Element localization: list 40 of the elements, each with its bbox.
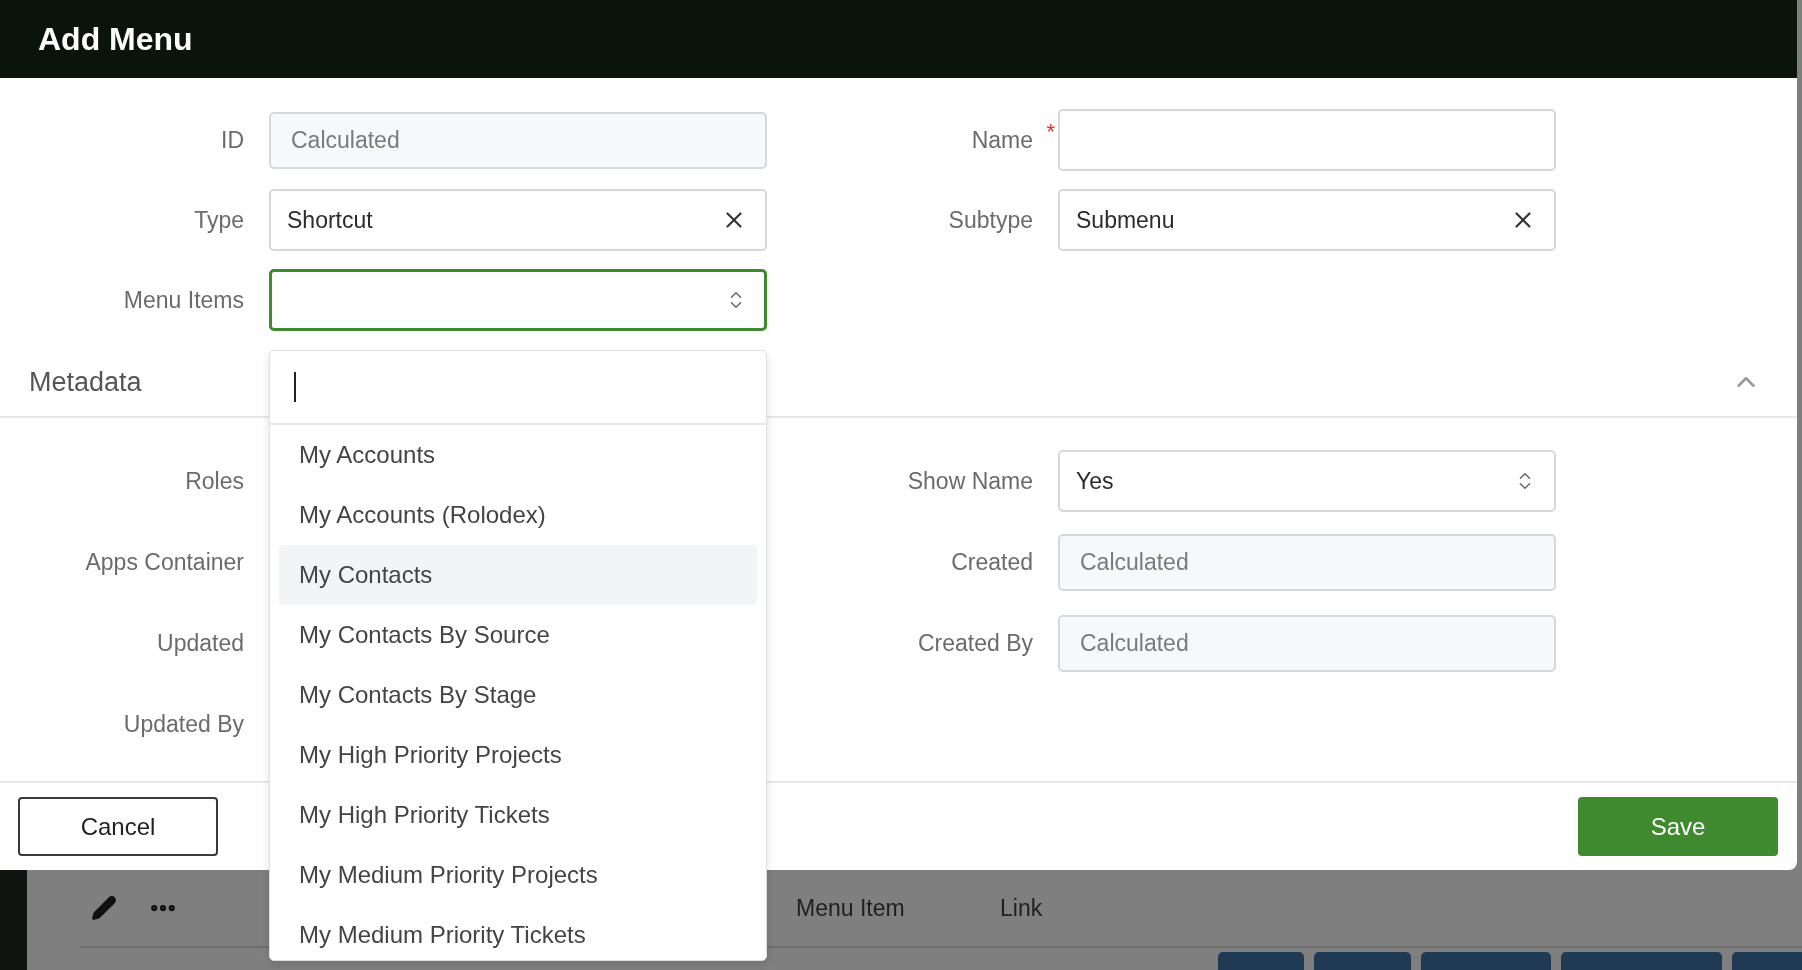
name-input-field[interactable] (1058, 109, 1556, 171)
select-field[interactable]: Yes (1058, 450, 1556, 512)
column-header: Link (1000, 894, 1044, 922)
tab-button[interactable] (1732, 952, 1802, 970)
dropdown-option[interactable]: My Medium Priority Projects (279, 845, 757, 905)
section-title: Metadata (29, 366, 142, 398)
readonly-field[interactable]: Calculated (1058, 533, 1556, 591)
dropdown-option[interactable]: My Medium Priority Tickets (279, 905, 757, 965)
dropdown-option[interactable]: My Contacts By Stage (279, 665, 757, 725)
select-field[interactable]: Shortcut (269, 189, 767, 251)
readonly-field[interactable]: Calculated (269, 111, 767, 169)
field-label: Roles (184, 467, 245, 495)
dropdown-option[interactable]: My Contacts (279, 545, 757, 605)
dropdown-option[interactable]: My Accounts (Rolodex) (279, 485, 757, 545)
field-label: Apps Container (84, 548, 245, 576)
cancel-button[interactable]: Cancel (18, 797, 218, 856)
dropdown-option[interactable]: My Contacts By Source (279, 605, 757, 665)
field-label: Created (950, 548, 1034, 576)
tab-button[interactable] (1561, 952, 1722, 970)
dialog-title: Add Menu (38, 20, 193, 58)
tab-button[interactable] (1421, 952, 1551, 970)
tab-button[interactable] (1314, 952, 1411, 970)
field-label: Menu Items (122, 286, 245, 314)
pencil-icon[interactable] (91, 895, 117, 921)
save-button[interactable]: Save (1578, 797, 1778, 856)
dropdown-option[interactable]: My High Priority Projects (279, 725, 757, 785)
field-label: Subtype (947, 206, 1034, 234)
select-field[interactable] (269, 269, 767, 331)
dropdown-option[interactable]: My Accounts (279, 425, 757, 485)
field-label: ID (220, 126, 245, 154)
dropdown-option[interactable]: My High Priority Tickets (279, 785, 757, 845)
field-label: Show Name (906, 467, 1034, 495)
select-field[interactable]: Submenu (1058, 189, 1556, 251)
field-label: Updated (156, 629, 245, 657)
readonly-field[interactable]: Calculated (1058, 614, 1556, 672)
field-label: Updated By (122, 710, 245, 738)
column-header: Menu Item (796, 894, 906, 922)
field-label: Created By (916, 629, 1034, 657)
field-label: Type (193, 206, 245, 234)
tab-button[interactable] (1218, 952, 1304, 970)
